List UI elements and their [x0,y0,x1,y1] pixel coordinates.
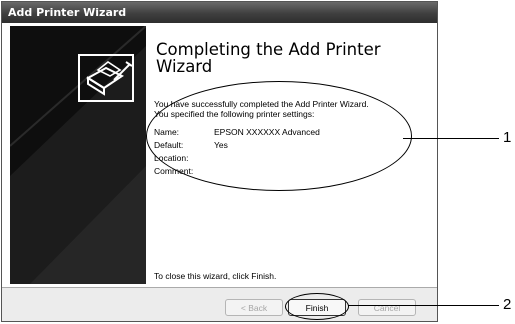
setting-label-comment: Comment: [154,166,194,176]
back-button[interactable]: < Back [225,299,283,316]
callout-number-1: 1 [503,129,512,146]
setting-label-default: Default: [154,140,184,150]
page-title: Completing the Add Printer Wizard [156,40,381,76]
setting-label-location: Location: [154,153,189,163]
wizard-main: Completing the Add Printer Wizard You ha… [146,23,437,287]
finish-highlight-ellipse [285,293,349,320]
wizard-content: Completing the Add Printer Wizard You ha… [2,23,437,287]
intro-line-1: You have successfully completed the Add … [154,99,369,109]
setting-label-name: Name: [154,127,180,137]
title-bar[interactable]: Add Printer Wizard [2,2,437,23]
callout-number-2: 2 [503,296,512,313]
window-title: Add Printer Wizard [8,6,127,19]
intro-line-2: You specified the following printer sett… [154,109,315,119]
cancel-button[interactable]: Cancel [358,299,416,316]
close-hint: To close this wizard, click Finish. [154,271,277,281]
setting-value-default: Yes [214,140,228,150]
callout-line-1 [403,138,499,139]
printer-wizard-icon [78,54,134,102]
wizard-side-panel [10,26,146,284]
setting-value-name: EPSON XXXXXX Advanced [214,127,320,137]
wizard-footer: < Back Finish Cancel [2,287,437,321]
add-printer-wizard-window: Add Printer Wizard Completing the Add Pr… [1,1,438,322]
callout-line-2 [348,305,499,306]
